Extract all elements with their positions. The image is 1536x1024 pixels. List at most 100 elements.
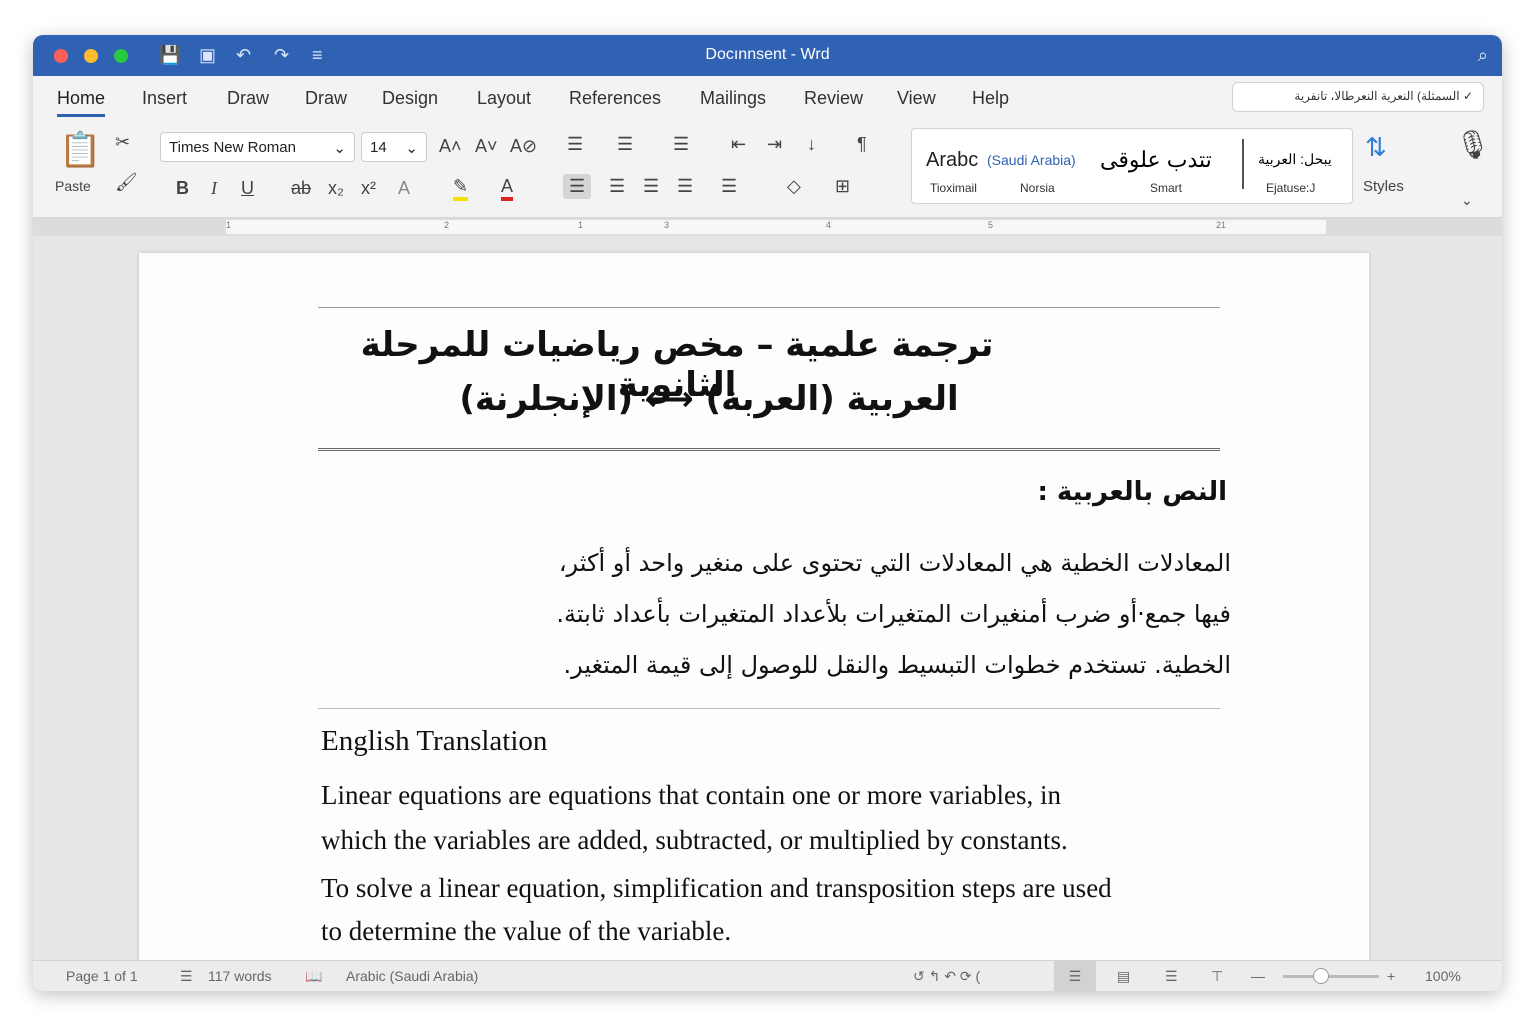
style-name: Norsia (1020, 181, 1055, 195)
font-name: Times New Roman (169, 139, 296, 156)
english-line: which the variables are added, subtracte… (321, 825, 1068, 855)
multilevel-list-icon[interactable]: ☰ (673, 134, 689, 155)
numbering-icon[interactable]: ☰ (617, 134, 633, 155)
divider (318, 307, 1220, 308)
arabic-line: المعادلات الخطية هي المعادلات التي تحتوى… (558, 549, 1231, 577)
paste-label[interactable]: Paste (55, 178, 91, 194)
strikethrough-icon[interactable]: ab (291, 178, 311, 199)
tab-draw[interactable]: Draw (227, 88, 269, 109)
styles-gallery[interactable]: Arabc (Saudi Arabia) تتدب علوقى يبحل: ال… (911, 128, 1353, 204)
tab-draw-2[interactable]: Draw (305, 88, 347, 109)
ruler-mark: 1 (226, 220, 232, 230)
cut-icon[interactable]: ✂ (115, 132, 130, 153)
english-line: Linear equations are equations that cont… (321, 780, 1061, 810)
arabic-line: فيها جمع·أو ضرب أمنغيرات المتغيرات بلأعد… (556, 600, 1231, 628)
highlight-icon[interactable]: ✎ (453, 176, 469, 201)
align-left-icon[interactable]: ☰ (563, 174, 592, 199)
ruler-mark: 5 (988, 220, 994, 230)
zoom-out-icon[interactable]: — (1251, 968, 1265, 984)
window-title: Docınnsent - Wrd (705, 46, 830, 63)
divider (318, 448, 1220, 451)
sort-icon[interactable]: ↓ (807, 134, 816, 155)
superscript-icon[interactable]: x² (361, 178, 376, 199)
style-name: Smart (1150, 181, 1183, 195)
english-heading: English Translation (321, 725, 548, 757)
style-sample-note: (Saudi Arabia) (987, 152, 1076, 168)
document-page[interactable]: ترجمة علمية – مخص رياضيات للمرحلة الثانو… (139, 253, 1369, 973)
text-effects-icon[interactable]: A (398, 178, 410, 199)
zoom-level[interactable]: 100% (1425, 968, 1461, 984)
word-window: 💾 ▣ ↶ ↷ ≡ Docınnsent - Wrd ⌕ Home Insert… (33, 35, 1502, 991)
chevron-down-icon: ⌄ (333, 140, 346, 157)
view-options-icon[interactable]: ↺ ↰ ↶ ⟳ ( (913, 968, 980, 985)
align-right-icon[interactable]: ☰ (643, 176, 659, 197)
font-select[interactable]: Times New Roman ⌄ (160, 132, 355, 162)
focus-icon[interactable]: ⊤ (1211, 968, 1223, 985)
ruler-mark: 1 (578, 220, 584, 230)
increase-indent-icon[interactable]: ⇥ (767, 134, 782, 155)
outline-icon[interactable]: ☰ (1165, 968, 1178, 985)
styles-pane-icon[interactable]: ⇅ (1365, 132, 1387, 163)
bullets-icon[interactable]: ☰ (567, 134, 583, 155)
style-name: Ejatuse:J (1266, 181, 1316, 195)
page-count[interactable]: Page 1 of 1 (66, 968, 138, 984)
ribbon-expand-icon[interactable]: ⌄ (1461, 192, 1473, 209)
arabic-line: الخطية. تستخدم خطوات التبسيط والنقل للوص… (563, 651, 1231, 679)
clear-format-icon[interactable]: A⊘ (510, 136, 537, 157)
zoom-slider-handle[interactable] (1313, 968, 1329, 984)
english-line: to determine the value of the variable. (321, 916, 732, 946)
tab-layout[interactable]: Layout (477, 88, 531, 109)
bold-icon[interactable]: B (176, 178, 189, 199)
line-spacing-icon[interactable]: ☰ (721, 176, 737, 197)
share-button[interactable]: ✓ السمثلة) النعرية النعرطالا، تانفرية (1232, 82, 1484, 112)
proofing-icon[interactable]: 📖 (305, 968, 322, 985)
tab-help[interactable]: Help (972, 88, 1009, 109)
paste-icon[interactable]: 📋 (59, 130, 101, 170)
align-center-icon[interactable]: ☰ (609, 176, 625, 197)
ribbon-tabs: Home Insert Draw Draw Design Layout Refe… (33, 76, 1502, 118)
ruler-mark: 21 (1216, 220, 1227, 230)
underline-icon[interactable]: U (241, 178, 254, 199)
tab-review[interactable]: Review (804, 88, 863, 109)
ruler-mark: 4 (826, 220, 832, 230)
tab-home[interactable]: Home (57, 88, 106, 117)
document-area: ترجمة علمية – مخص رياضيات للمرحلة الثانو… (33, 236, 1502, 973)
word-count[interactable]: 117 words (208, 968, 272, 984)
dictate-mic-icon[interactable]: 🎙 (1455, 128, 1491, 161)
tab-references[interactable]: References (569, 88, 661, 109)
style-sample-3[interactable]: يبحل: العربية (1258, 151, 1332, 168)
search-icon[interactable]: ⌕ (1478, 45, 1488, 66)
style-sample-arabic[interactable]: Arabc (926, 149, 978, 172)
tab-design[interactable]: Design (382, 88, 438, 109)
language[interactable]: Arabic (Saudi Arabia) (346, 968, 478, 984)
tab-insert[interactable]: Insert (142, 88, 187, 109)
ribbon: 📋 Paste ✂ 🖌 Times New Roman ⌄ 14 ⌄ A˄ A˅ A… (33, 118, 1502, 218)
decrease-indent-icon[interactable]: ⇤ (731, 134, 746, 155)
zoom-in-icon[interactable]: + (1387, 968, 1395, 984)
font-color-icon[interactable]: A (501, 176, 514, 201)
ruler-track: 1 2 1 3 4 5 21 (226, 220, 1326, 234)
word-count-icon: ☰ (180, 968, 193, 984)
justify-icon[interactable]: ☰ (677, 176, 693, 197)
italic-icon[interactable]: I (211, 178, 217, 199)
font-size: 14 (370, 139, 387, 156)
font-size-select[interactable]: 14 ⌄ (361, 132, 427, 162)
ruler-mark: 2 (444, 220, 450, 230)
ruler[interactable]: 1 2 1 3 4 5 21 (33, 218, 1502, 236)
share-label: السمثلة) النعرية النعرطالا، تانفرية (1294, 89, 1460, 103)
print-layout-icon[interactable]: ☰ (1054, 961, 1096, 991)
style-sample-2[interactable]: تتدب علوقى (1100, 147, 1212, 173)
shading-icon[interactable]: ◇ (787, 176, 801, 197)
tab-view[interactable]: View (897, 88, 936, 109)
format-painter-icon[interactable]: 🖌 (115, 172, 138, 193)
grow-font-icon[interactable]: A˄ (439, 136, 462, 157)
tab-mailings[interactable]: Mailings (700, 88, 766, 109)
chevron-down-icon: ⌄ (405, 140, 418, 157)
web-layout-icon[interactable]: ▤ (1117, 968, 1130, 985)
styles-label[interactable]: Styles (1363, 178, 1404, 195)
shrink-font-icon[interactable]: A˅ (475, 136, 498, 157)
zoom-slider[interactable] (1283, 968, 1379, 984)
borders-icon[interactable]: ⊞ (835, 176, 850, 197)
subscript-icon[interactable]: x₂ (328, 178, 344, 199)
show-formatting-icon[interactable]: ¶ (857, 134, 867, 155)
